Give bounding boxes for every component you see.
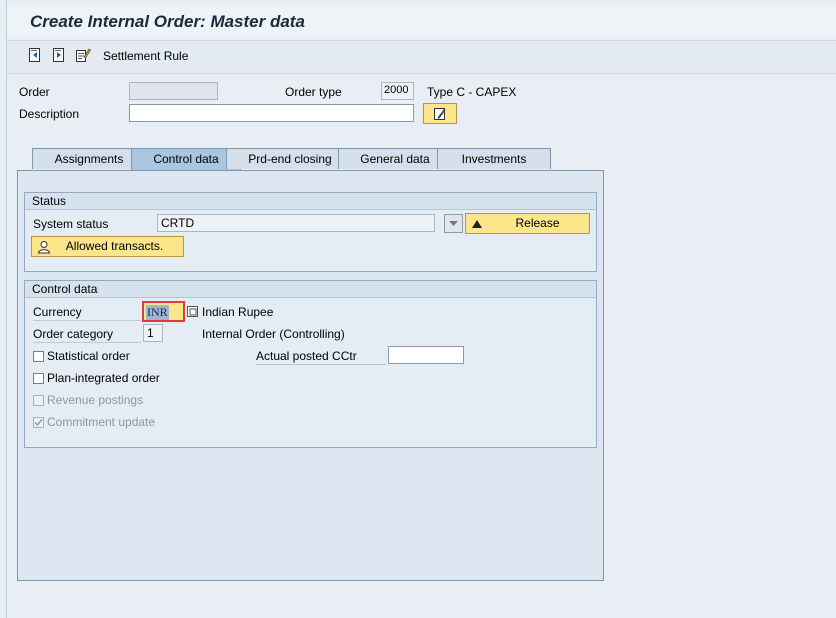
status-dropdown-button[interactable] [444,214,463,233]
person-icon [37,241,51,254]
edit-text-icon [434,108,446,120]
plan-integrated-label: Plan-integrated order [47,371,160,385]
value-help-icon[interactable] [186,305,199,318]
order-type-text: Type C - CAPEX [427,85,517,99]
revenue-postings-label: Revenue postings [47,393,144,407]
commitment-update-label: Commitment update [47,415,156,429]
order-type-field[interactable]: 2000 [381,82,414,100]
order-type-label: Order type [285,85,342,99]
description-label: Description [19,107,80,121]
release-button[interactable]: Release [465,213,590,234]
control-data-group-title: Control data [25,281,596,298]
currency-label: Currency [33,305,141,321]
release-button-label: Release [515,216,560,230]
order-category-field[interactable]: 1 [143,324,163,342]
system-status-field[interactable]: CRTD [157,214,435,232]
tab-control-data[interactable]: Control data [131,148,241,170]
settlement-rule-icon[interactable] [75,47,91,63]
chevron-down-icon [449,221,458,226]
allowed-transactions-label: Allowed transacts. [65,239,164,253]
triangle-up-icon [472,220,482,228]
status-group-title: Status [25,193,596,210]
previous-object-icon[interactable] [27,47,43,63]
revenue-postings-checkbox [33,395,44,406]
tab-assignments[interactable]: Assignments [32,148,146,169]
description-input[interactable] [129,104,414,122]
order-field[interactable] [129,82,218,100]
currency-text: Indian Rupee [202,305,274,319]
next-object-icon[interactable] [51,47,67,63]
statistical-order-checkbox[interactable] [33,351,44,362]
actual-cctr-label: Actual posted CCtr [256,349,386,365]
tab-general-data[interactable]: General data [338,148,452,169]
order-label: Order [19,85,50,99]
allowed-transactions-button[interactable]: Allowed transacts. [31,236,184,257]
currency-value: INR [146,305,169,320]
commitment-update-checkbox [33,417,44,428]
tab-investments[interactable]: Investments [437,148,551,169]
statistical-order-label: Statistical order [47,349,130,363]
page-title: Create Internal Order: Master data [30,12,305,31]
currency-input[interactable]: INR [142,301,185,322]
order-category-label: Order category [33,327,141,343]
tab-prd-end-closing[interactable]: Prd-end closing [226,148,354,169]
window-border [6,0,7,618]
check-icon [34,419,43,427]
order-category-text: Internal Order (Controlling) [202,327,345,341]
system-status-label: System status [33,217,109,231]
long-text-button[interactable] [423,103,457,124]
plan-integrated-checkbox[interactable] [33,373,44,384]
actual-cctr-input[interactable] [388,346,464,364]
settlement-rule-button[interactable]: Settlement Rule [103,49,188,63]
